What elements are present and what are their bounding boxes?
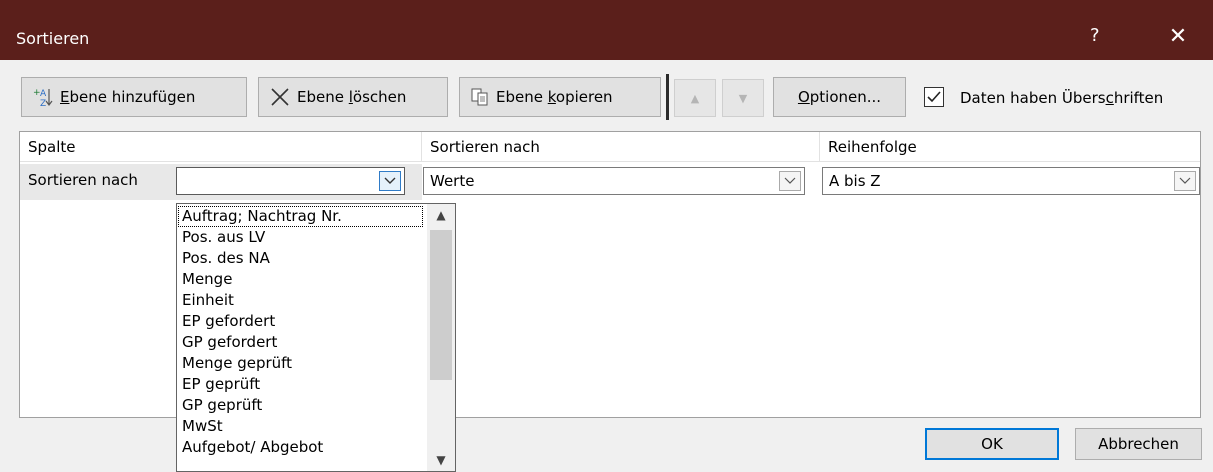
order-select[interactable]: A bis Z: [822, 167, 1200, 195]
dropdown-scrollbar[interactable]: ▲ ▼: [427, 204, 455, 471]
add-level-label: Ebene hinzufügen: [60, 88, 196, 106]
list-item[interactable]: EP gefordert: [182, 311, 275, 332]
copy-icon: [471, 88, 488, 106]
svg-text:Z: Z: [40, 99, 46, 108]
chevron-down-icon[interactable]: [1174, 171, 1196, 191]
chevron-down-icon[interactable]: [779, 171, 801, 191]
column-dropdown-list[interactable]: Auftrag; Nachtrag Nr. Pos. aus LV Pos. d…: [176, 203, 456, 472]
move-up-button[interactable]: ▲: [674, 79, 716, 117]
scrollbar-thumb[interactable]: [430, 230, 452, 380]
delete-level-label: Ebene löschen: [297, 88, 407, 106]
list-item[interactable]: GP gefordert: [182, 332, 277, 353]
checkmark-icon: [927, 91, 941, 103]
options-button[interactable]: Optionen...: [773, 77, 906, 117]
copy-level-label: Ebene kopieren: [496, 88, 613, 106]
options-label: Optionen...: [797, 88, 882, 106]
window-title: Sortieren: [16, 29, 90, 48]
list-item[interactable]: EP geprüft: [182, 374, 260, 395]
headers-checkbox[interactable]: [924, 87, 944, 107]
title-bar: Sortieren ? ✕: [0, 0, 1213, 60]
column-select[interactable]: [176, 167, 405, 195]
list-item[interactable]: Pos. des NA: [182, 248, 270, 269]
list-item[interactable]: Pos. aus LV: [182, 227, 265, 248]
svg-text:A: A: [40, 89, 47, 99]
scroll-down-icon[interactable]: ▼: [427, 449, 455, 471]
scroll-up-icon[interactable]: ▲: [427, 204, 455, 226]
list-item[interactable]: Menge: [182, 269, 232, 290]
row-label: Sortieren nach: [28, 171, 138, 189]
list-item[interactable]: Menge geprüft: [182, 353, 292, 374]
list-item[interactable]: Aufgebot/ Abgebot: [182, 437, 323, 458]
list-item[interactable]: MwSt: [182, 416, 223, 437]
column-header-sort-on: Sortieren nach: [422, 132, 820, 162]
arrow-up-icon: ▲: [690, 91, 700, 105]
sort-az-icon: + A Z: [33, 88, 53, 108]
arrow-down-icon: ▼: [738, 91, 748, 105]
chevron-down-icon[interactable]: [379, 171, 401, 191]
ok-button[interactable]: OK: [925, 428, 1059, 460]
list-item[interactable]: GP geprüft: [182, 395, 262, 416]
move-down-button[interactable]: ▼: [722, 79, 764, 117]
column-header-spalte: Spalte: [20, 132, 422, 162]
toolbar-separator: [666, 74, 669, 120]
copy-level-button[interactable]: Ebene kopieren: [459, 77, 661, 117]
order-value: A bis Z: [829, 172, 881, 190]
delete-x-icon: [271, 88, 289, 106]
list-item[interactable]: Auftrag; Nachtrag Nr.: [178, 206, 423, 227]
headers-checkbox-label[interactable]: Daten haben Überschriften: [960, 89, 1163, 107]
add-level-button[interactable]: + A Z Ebene hinzufügen: [21, 77, 247, 117]
cancel-button[interactable]: Abbrechen: [1075, 428, 1202, 460]
close-button[interactable]: ✕: [1160, 22, 1196, 52]
sort-on-select[interactable]: Werte: [423, 167, 805, 195]
list-item[interactable]: Einheit: [182, 290, 234, 311]
delete-level-button[interactable]: Ebene löschen: [258, 77, 448, 117]
help-button[interactable]: ?: [1090, 25, 1100, 46]
column-header-order: Reihenfolge: [820, 132, 1200, 162]
sort-on-value: Werte: [430, 172, 475, 190]
